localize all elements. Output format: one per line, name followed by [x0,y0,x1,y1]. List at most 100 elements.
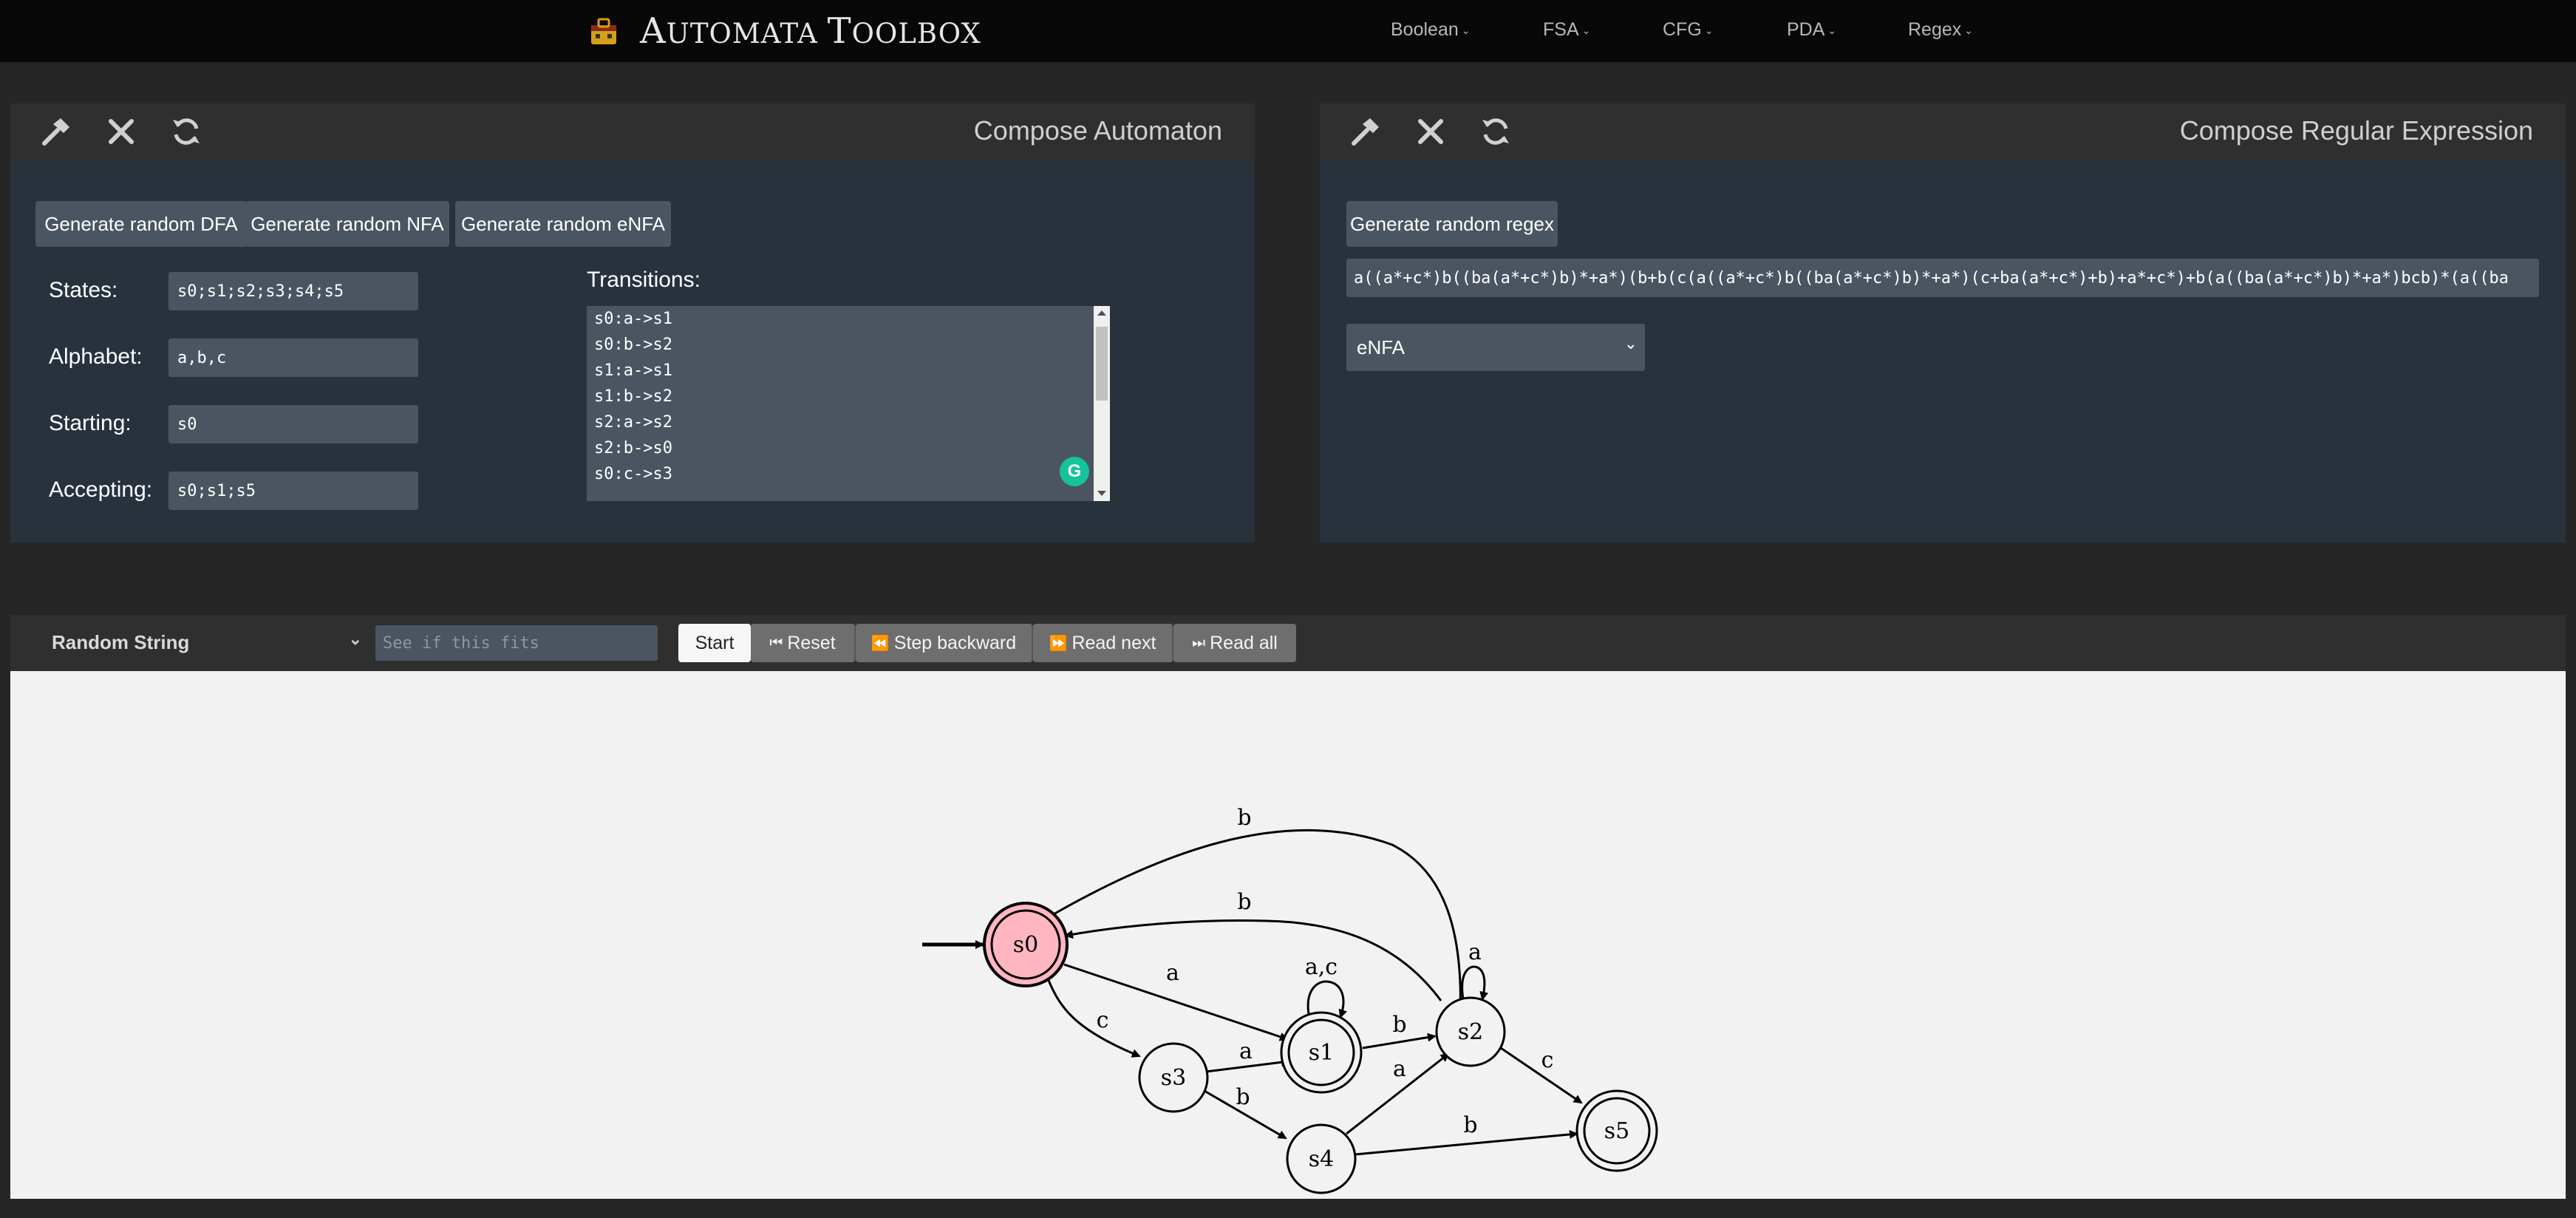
rewind-icon: ⏪ [870,635,890,652]
refresh-icon[interactable] [1479,115,1512,148]
state-label: s2 [1458,1019,1483,1045]
edge-label: a [1239,1038,1253,1064]
state-s5[interactable]: s5 [1575,1089,1658,1172]
nav-regex[interactable]: Regex ⌄ [1908,19,1973,41]
string-mode-select[interactable]: Random String ⌄ [52,630,362,654]
regex-input[interactable]: a((a*+c*)b((ba(a*+c*)b)*+a*)(b+b(c(a((a*… [1346,259,2539,297]
edge-label: a [1393,1056,1406,1082]
navbar: AUTOMATA TOOLBOX Boolean ⌄ FSA ⌄ CFG ⌄ PDA ⌄… [0,0,2576,62]
alphabet-field[interactable]: a,b,c [168,338,418,377]
transition-line: s0:a->s1 [594,310,672,328]
regex-type-select[interactable]: eNFA ⌄ [1346,324,1645,371]
panel-header: Compose Regular Expression [1320,103,2566,161]
panel-header: Compose Automaton [10,103,1255,161]
skip-forward-icon: ⏭ [1192,634,1206,651]
alphabet-label: Alphabet: [49,344,143,369]
state-label: s0 [1013,932,1038,958]
read-all-button[interactable]: ⏭ Read all [1173,624,1296,662]
nav-cfg[interactable]: CFG ⌄ [1663,19,1714,41]
run-toolbar: Random String ⌄ See if this fits Start ⏮… [10,615,2566,671]
edge-label: b [1237,805,1251,831]
chevron-down-icon: ⌄ [1827,24,1837,36]
chevron-down-icon: ⌄ [1461,24,1471,36]
scroll-thumb[interactable] [1096,327,1108,401]
chevron-down-icon: ⌄ [1581,24,1591,36]
accepting-field[interactable]: s0;s1;s5 [168,472,418,510]
edge-label: c [1541,1047,1554,1073]
skip-back-icon: ⏮ [769,634,783,651]
state-s4[interactable]: s4 [1286,1123,1357,1194]
test-string-input[interactable]: See if this fits [375,625,658,661]
fast-forward-icon: ⏩ [1049,635,1068,652]
chevron-down-icon: ⌄ [1704,24,1714,36]
close-icon[interactable] [105,115,137,148]
hammer-icon[interactable] [1349,115,1382,148]
edge-s2-s5 [1498,1045,1583,1104]
edge-s2-s0 [1064,919,1442,1001]
states-label: States: [49,278,118,302]
edge-label: b [1463,1112,1477,1138]
grammarly-icon[interactable]: G [1060,457,1089,486]
state-s0[interactable]: s0 [983,902,1069,987]
panel-title: Compose Regular Expression [2179,115,2533,146]
edge-label: b [1237,889,1251,915]
generate-nfa-button[interactable]: Generate random NFA [245,201,449,247]
edge-s0-s2 [1052,829,1465,1017]
edge-s1-s2 [1362,1032,1437,1049]
edge-label: c [1097,1007,1109,1033]
close-icon[interactable] [1414,115,1447,148]
transition-line: s1:a->s1 [594,361,672,380]
states-field[interactable]: s0;s1;s2;s3;s4;s5 [168,272,418,310]
refresh-icon[interactable] [170,115,202,148]
state-label: s1 [1309,1040,1334,1066]
nav-fsa[interactable]: FSA ⌄ [1543,19,1590,41]
state-s1[interactable]: s1 [1280,1011,1363,1094]
edge-s2-loop [1461,965,1489,1001]
scroll-down-icon[interactable] [1097,491,1106,496]
scroll-up-icon[interactable] [1097,310,1106,316]
brand[interactable]: AUTOMATA TOOLBOX [590,10,981,52]
edge-label: b [1392,1012,1406,1038]
chevron-down-icon: ⌄ [1623,334,1638,353]
regex-type-value: eNFA [1357,336,1405,358]
state-label: s5 [1604,1118,1629,1144]
generate-dfa-button[interactable]: Generate random DFA [35,201,247,247]
reset-button[interactable]: ⏮ Reset [751,624,856,662]
chevron-down-icon: ⌄ [1964,24,1973,36]
transition-line: s2:b->s0 [594,439,672,457]
transition-line: s0:c->s3 [594,465,672,483]
starting-field[interactable]: s0 [168,405,418,443]
step-backward-button[interactable]: ⏪ Step backward [856,624,1033,662]
starting-label: Starting: [49,411,132,435]
chevron-down-icon: ⌄ [348,630,362,648]
transition-line: s0:b->s2 [594,336,672,354]
state-s2[interactable]: s2 [1435,996,1506,1067]
nav-pda[interactable]: PDA ⌄ [1787,19,1836,41]
state-label: s4 [1309,1146,1334,1172]
hammer-icon[interactable] [40,115,72,148]
accepting-label: Accepting: [49,477,153,502]
edge-label: a [1166,960,1179,986]
start-button[interactable]: Start [678,624,751,662]
toolbox-logo-icon [590,16,618,46]
automaton-graph: b b a a,c c a b a b a c b s0 s1 s2 s3 s4… [922,805,1658,1194]
edge-label: a [1468,939,1482,965]
automaton-canvas[interactable]: b b a a,c c a b a b a c b s0 s1 s2 s3 s4… [10,671,2566,1199]
state-label: s3 [1161,1065,1186,1091]
edge-label: a,c [1305,954,1338,980]
read-next-button[interactable]: ⏩ Read next [1033,624,1173,662]
state-s3[interactable]: s3 [1138,1042,1209,1113]
string-mode-value: Random String [52,631,190,653]
panel-title: Compose Automaton [973,115,1222,146]
edge-s0-s3 [1046,978,1141,1058]
brand-title: AUTOMATA TOOLBOX [640,10,981,52]
edge-label: b [1236,1084,1250,1110]
compose-regex-panel: Compose Regular Expression Generate rand… [1320,103,2566,542]
generate-enfa-button[interactable]: Generate random eNFA [455,201,671,247]
nav-boolean[interactable]: Boolean ⌄ [1391,19,1470,41]
transition-line: s2:a->s2 [594,413,672,432]
transitions-scrollbar[interactable] [1094,306,1110,501]
transitions-textarea[interactable]: s0:a->s1 s0:b->s2 s1:a->s1 s1:b->s2 s2:a… [587,306,1110,501]
generate-regex-button[interactable]: Generate random regex [1346,201,1558,247]
transitions-label: Transitions: [587,268,701,292]
